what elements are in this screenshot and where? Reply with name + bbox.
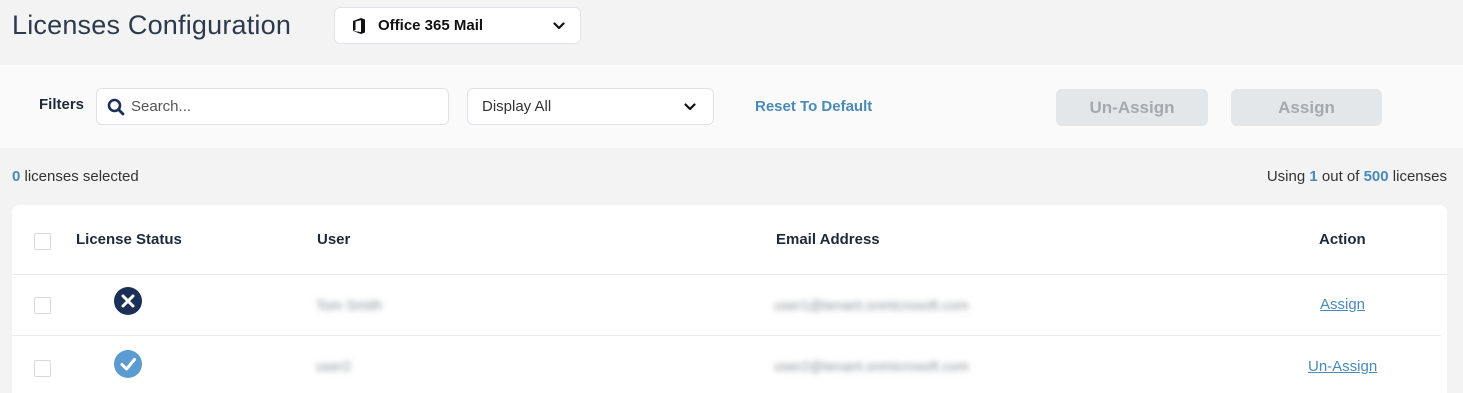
product-select[interactable]: Office 365 Mail [334,7,581,44]
un-assign-link[interactable]: Un-Assign [1308,358,1377,375]
row-checkbox[interactable] [34,297,51,314]
row-checkbox[interactable] [34,360,51,377]
search-box[interactable] [96,88,449,125]
table-row: Tom Smith user1@tenant.onmicrosoft.com A… [12,275,1441,336]
filter-bar: Filters Display All Reset To Default Un-… [0,65,1463,148]
usage-used: 1 [1309,168,1318,185]
display-filter-select[interactable]: Display All [467,88,714,125]
display-filter-label: Display All [482,98,552,115]
assign-button[interactable]: Assign [1231,89,1382,126]
column-header-email: Email Address [776,231,880,248]
selected-count-number: 0 [12,168,21,185]
column-header-user: User [317,231,351,248]
user-name: Tom Smith [316,297,383,313]
check-circle-icon [113,349,143,379]
reset-to-default-link[interactable]: Reset To Default [755,98,872,115]
select-all-checkbox[interactable] [34,233,51,250]
chevron-down-icon [683,100,697,114]
usage-prefix: Using [1266,168,1306,185]
page-title: Licenses Configuration [12,10,292,40]
column-header-license-status: License Status [76,231,182,248]
search-icon [107,98,125,116]
user-email: user1@tenant.onmicrosoft.com [774,297,969,313]
filters-label: Filters [39,96,85,113]
x-circle-icon [113,286,143,316]
user-name: user2 [316,358,352,374]
user-email: user2@tenant.onmicrosoft.com [774,358,969,374]
product-select-label: Office 365 Mail [378,17,484,34]
licenses-table: License Status User Email Address Action… [12,205,1447,393]
chevron-down-icon [552,19,566,33]
usage-out-of: out of [1321,168,1360,185]
un-assign-button[interactable]: Un-Assign [1056,89,1208,126]
license-usage: Using 1 out of 500 licenses [1267,168,1447,185]
selected-count: 0 licenses selected [12,168,139,185]
usage-suffix: licenses [1392,168,1447,185]
search-input[interactable] [131,98,411,115]
assign-link[interactable]: Assign [1320,296,1365,313]
selected-count-text: licenses selected [24,168,139,185]
usage-total: 500 [1363,168,1389,185]
office-icon [352,17,366,34]
table-row: user2 user2@tenant.onmicrosoft.com Un-As… [12,336,1441,393]
table-header: License Status User Email Address Action [12,205,1447,275]
column-header-action: Action [1319,231,1366,248]
